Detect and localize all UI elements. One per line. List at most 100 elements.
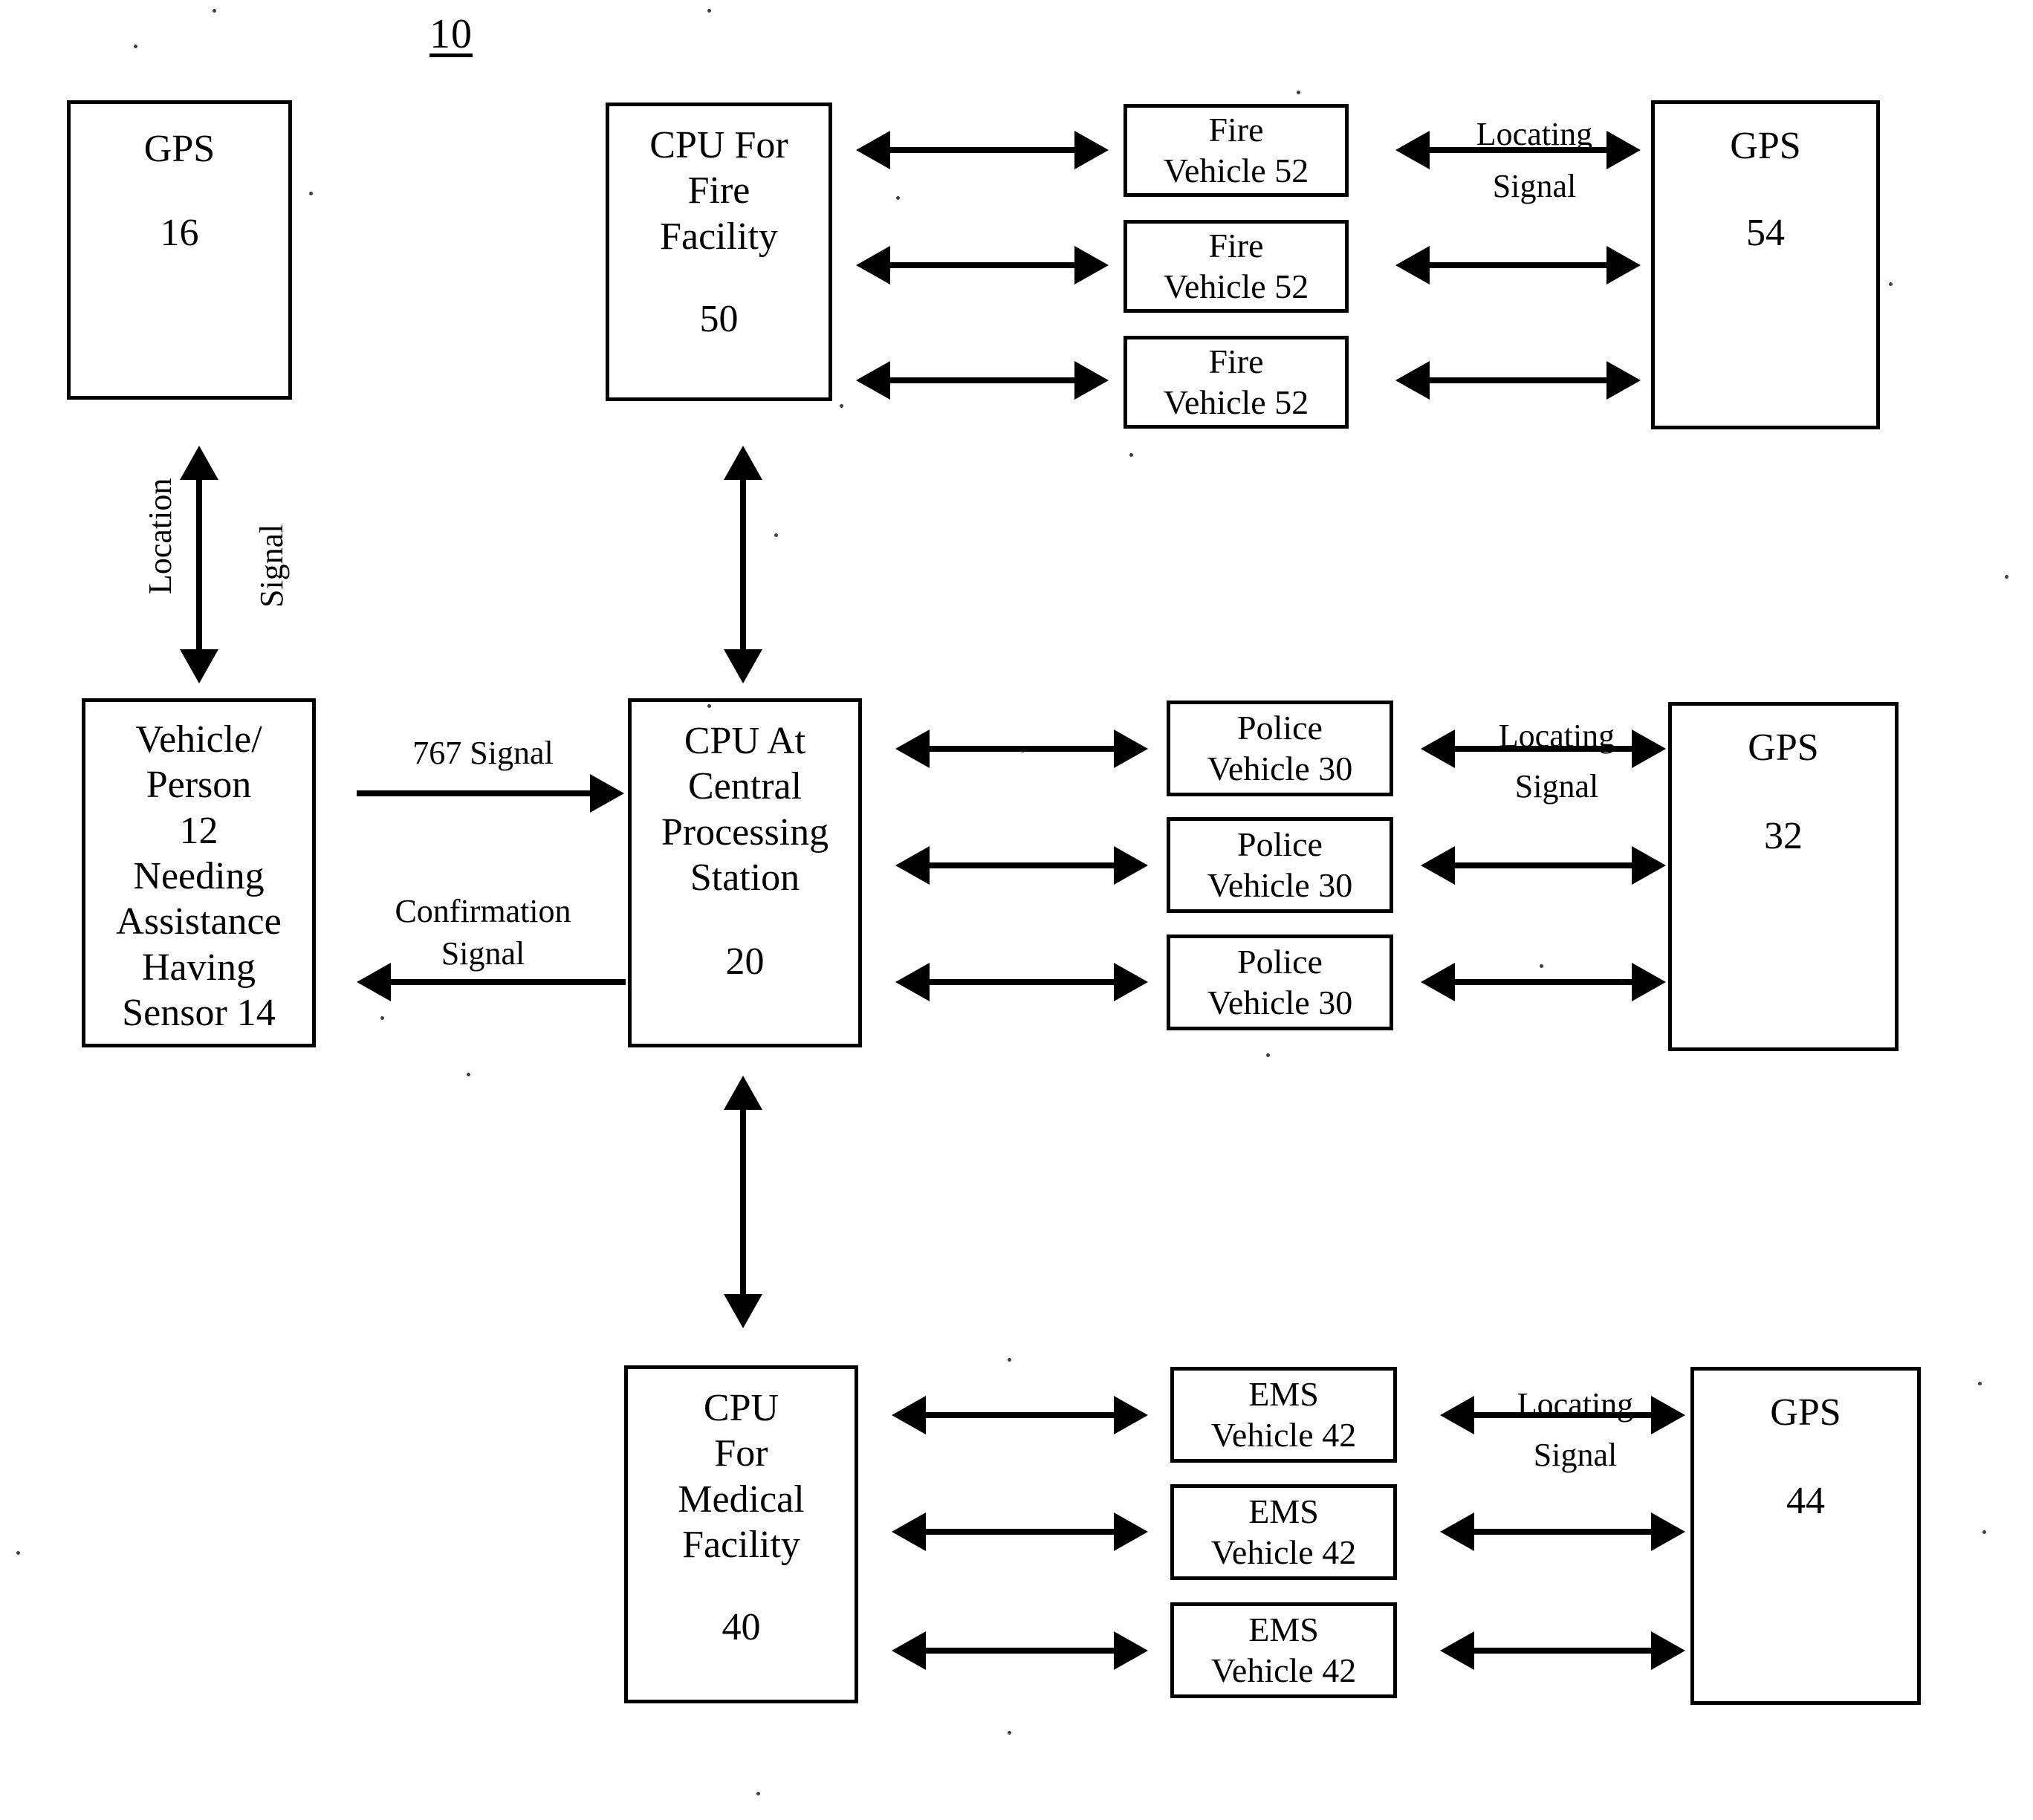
gps-44-ref: 44 — [1786, 1480, 1825, 1523]
arrow-head-right-icon — [1114, 1512, 1148, 1551]
vehicle-person-line-1: Vehicle/ — [135, 718, 262, 761]
scan-speckle — [707, 9, 711, 13]
scan-speckle — [16, 1551, 20, 1555]
label-locating-signal-police-line2: Signal — [1514, 768, 1599, 805]
box-police-vehicle-1: Police Vehicle 30 — [1167, 701, 1393, 796]
box-fire-vehicle-2: Fire Vehicle 52 — [1124, 220, 1349, 313]
arrow-shaft — [1430, 262, 1606, 268]
scan-speckle — [756, 1792, 760, 1795]
arrow-head-right-icon — [1651, 1512, 1685, 1551]
arrow-head-left-icon — [895, 846, 930, 885]
scan-speckle — [134, 45, 137, 48]
arrow-head-left-icon — [856, 131, 890, 169]
police-vehicle-2-line-2: Vehicle 30 — [1207, 865, 1353, 904]
arrow-head-right-icon — [1606, 131, 1641, 169]
fire-vehicle-1-line-1: Fire — [1208, 111, 1264, 149]
box-fire-vehicle-3: Fire Vehicle 52 — [1124, 336, 1349, 429]
arrow-shaft — [1430, 147, 1606, 153]
gps-16-ref: 16 — [160, 212, 199, 255]
arrow-head-right-icon — [1632, 729, 1666, 768]
cpu-medical-line-4: Facility — [682, 1524, 800, 1567]
ems-vehicle-1-line-1: EMS — [1248, 1375, 1319, 1414]
figure-number: 10 — [429, 11, 473, 57]
scan-speckle — [1297, 91, 1300, 94]
arrow-head-up-icon — [180, 446, 218, 480]
gps-32-title: GPS — [1748, 727, 1819, 769]
box-police-vehicle-2: Police Vehicle 30 — [1167, 817, 1393, 913]
cpu-central-line-3: Processing — [661, 810, 829, 854]
arrow-head-down-icon — [724, 649, 762, 683]
box-gps-54: GPS 54 — [1651, 100, 1880, 429]
police-vehicle-3-line-2: Vehicle 30 — [1207, 983, 1353, 1021]
scan-speckle — [1620, 979, 1624, 983]
vehicle-person-line-5: Assistance — [116, 900, 282, 943]
vehicle-person-sensor-14: Sensor 14 — [122, 992, 276, 1035]
scan-speckle — [213, 9, 216, 13]
ems-vehicle-2-line-2: Vehicle 42 — [1210, 1533, 1357, 1571]
scan-speckle — [1978, 1382, 1982, 1385]
arrow-head-left-icon — [1421, 729, 1455, 768]
cpu-central-line-2: Central — [687, 765, 802, 808]
arrow-shaft — [1474, 1648, 1651, 1654]
vehicle-person-line-2: Person — [146, 764, 252, 807]
police-vehicle-3-line-1: Police — [1237, 943, 1323, 981]
cpu-medical-ref: 40 — [722, 1606, 761, 1649]
arrow-head-left-icon — [1421, 846, 1455, 885]
vehicle-person-ref-12: 12 — [179, 809, 218, 852]
arrow-head-left-icon — [892, 1396, 926, 1434]
fire-vehicle-3-line-1: Fire — [1208, 342, 1264, 381]
ems-vehicle-3-line-1: EMS — [1248, 1611, 1319, 1649]
arrow-shaft — [1430, 377, 1606, 383]
arrow-head-left-icon — [357, 963, 391, 1001]
ems-vehicle-2-line-1: EMS — [1248, 1492, 1319, 1531]
fire-vehicle-2-line-1: Fire — [1208, 227, 1264, 265]
arrow-head-right-icon — [1651, 1396, 1685, 1434]
arrow-head-right-icon — [1074, 361, 1109, 400]
scan-speckle — [309, 192, 313, 195]
scan-speckle — [1008, 1358, 1011, 1362]
vehicle-person-line-4: Needing — [133, 855, 265, 898]
label-locating-signal-fire-line2: Signal — [1492, 168, 1577, 204]
label-signal: Signal — [253, 524, 290, 608]
ems-vehicle-3-line-2: Vehicle 42 — [1210, 1651, 1357, 1689]
label-locating-signal-ems-line2: Signal — [1533, 1437, 1618, 1473]
cpu-medical-line-2: For — [714, 1432, 768, 1475]
arrow-head-left-icon — [895, 729, 930, 768]
scan-speckle — [1129, 453, 1133, 457]
cpu-central-ref: 20 — [725, 940, 765, 984]
police-vehicle-1-line-2: Vehicle 30 — [1207, 749, 1353, 787]
vehicle-person-line-6: Having — [141, 946, 256, 989]
arrow-head-left-icon — [892, 1631, 926, 1670]
arrow-head-right-icon — [1074, 131, 1109, 169]
arrow-shaft — [740, 1110, 746, 1294]
arrow-head-left-icon — [1440, 1512, 1474, 1551]
scan-speckle — [840, 404, 843, 408]
fire-vehicle-3-line-2: Vehicle 52 — [1163, 383, 1309, 421]
arrow-head-left-icon — [1395, 131, 1430, 169]
arrow-head-right-icon — [590, 774, 624, 813]
arrow-head-right-icon — [1114, 963, 1148, 1001]
arrow-shaft — [1474, 1412, 1651, 1418]
arrow-head-right-icon — [1074, 246, 1109, 285]
arrow-head-left-icon — [1440, 1631, 1474, 1670]
arrow-head-right-icon — [1114, 1396, 1148, 1434]
cpu-medical-line-3: Medical — [678, 1478, 805, 1521]
arrow-shaft — [930, 979, 1114, 985]
arrow-head-right-icon — [1651, 1631, 1685, 1670]
arrow-shaft — [196, 480, 202, 649]
arrow-shaft — [1474, 1529, 1651, 1535]
arrow-head-right-icon — [1114, 846, 1148, 885]
arrow-head-down-icon — [724, 1294, 762, 1328]
arrow-head-left-icon — [1395, 361, 1430, 400]
box-vehicle-person: Vehicle/ Person 12 Needing Assistance Ha… — [82, 698, 316, 1047]
arrow-head-right-icon — [1114, 1631, 1148, 1670]
scan-speckle — [1266, 1053, 1270, 1057]
box-police-vehicle-3: Police Vehicle 30 — [1167, 935, 1393, 1030]
scan-speckle — [1021, 749, 1025, 753]
cpu-fire-ref: 50 — [699, 298, 739, 341]
label-confirmation-signal-line1: Confirmation — [395, 893, 571, 929]
label-location: Location — [142, 478, 178, 594]
scan-speckle — [1982, 1530, 1986, 1534]
fire-vehicle-2-line-2: Vehicle 52 — [1163, 267, 1309, 305]
gps-54-title: GPS — [1730, 125, 1801, 167]
